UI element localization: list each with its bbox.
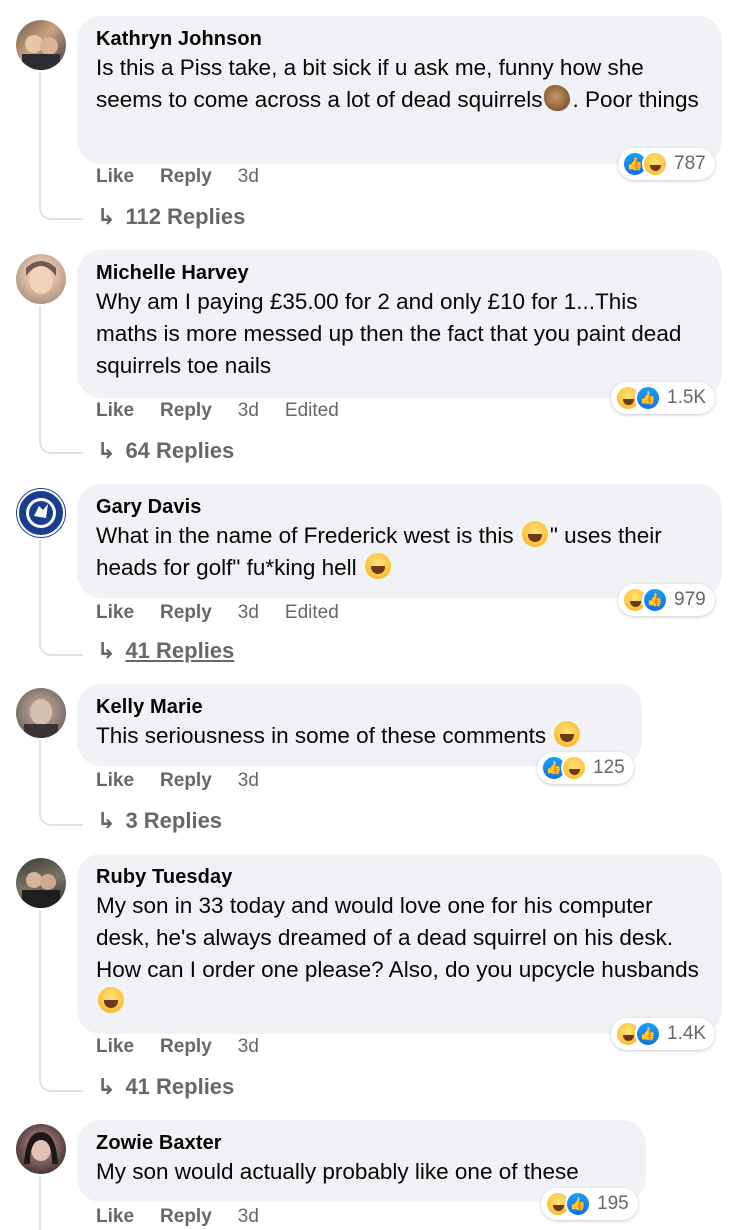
reaction-count: 195 — [597, 1193, 629, 1214]
laughing-emoji-icon — [554, 721, 581, 747]
like-button[interactable]: Like — [96, 1036, 134, 1058]
comment-timestamp[interactable]: 3d — [238, 1036, 259, 1058]
edited-label[interactable]: Edited — [285, 400, 339, 422]
avatar[interactable] — [16, 254, 66, 304]
laughing-emoji-icon — [521, 521, 548, 547]
like-button[interactable]: Like — [96, 770, 134, 792]
avatar[interactable] — [16, 20, 66, 70]
comment-actions: Like Reply 3d Edited — [96, 602, 339, 624]
like-button[interactable]: Like — [96, 602, 134, 624]
reply-button[interactable]: Reply — [160, 1036, 212, 1058]
reply-button[interactable]: Reply — [160, 1206, 212, 1228]
comment-bubble: Michelle Harvey Why am I paying £35.00 f… — [77, 250, 722, 398]
comment-timestamp[interactable]: 3d — [238, 602, 259, 624]
like-reaction-icon: 👍 — [642, 587, 668, 613]
comment-author[interactable]: Zowie Baxter — [96, 1130, 628, 1156]
reply-arrow-icon: ↳ — [97, 808, 116, 833]
reply-arrow-icon: ↳ — [97, 638, 116, 663]
reaction-count: 1.5K — [667, 387, 707, 408]
avatar-photo — [24, 1132, 58, 1164]
like-reaction-icon: 👍 — [635, 385, 661, 411]
reply-arrow-icon: ↳ — [97, 438, 116, 463]
comment-feed: Kathryn Johnson Is this a Piss take, a b… — [0, 0, 730, 1230]
comment-bubble: Kathryn Johnson Is this a Piss take, a b… — [77, 16, 722, 164]
avatar[interactable] — [16, 858, 66, 908]
comment-author[interactable]: Kelly Marie — [96, 694, 624, 720]
comment-author[interactable]: Michelle Harvey — [96, 260, 704, 286]
replies-count: 3 Replies — [125, 808, 223, 833]
comment-actions: Like Reply 3d — [96, 166, 285, 188]
comment-actions: Like Reply 3d Edited — [96, 400, 339, 422]
comment-text: My son in 33 today and would love one fo… — [96, 890, 704, 1018]
replies-count: 41 Replies — [125, 638, 235, 663]
comment-text: Why am I paying £35.00 for 2 and only £1… — [96, 289, 682, 378]
comment-text: What in the name of Frederick west is th… — [96, 520, 704, 584]
comment-text-part: This seriousness in some of these commen… — [96, 723, 547, 748]
reaction-summary[interactable]: 👍 125 — [537, 752, 634, 784]
reply-button[interactable]: Reply — [160, 166, 212, 188]
avatar-photo — [22, 35, 60, 70]
reply-button[interactable]: Reply — [160, 770, 212, 792]
avatar-photo — [26, 261, 56, 294]
like-reaction-icon: 👍 — [565, 1191, 591, 1217]
reply-arrow-icon: ↳ — [97, 204, 116, 229]
comment-timestamp[interactable]: 3d — [238, 770, 259, 792]
like-button[interactable]: Like — [96, 166, 134, 188]
like-button[interactable]: Like — [96, 1206, 134, 1228]
avatar-photo — [22, 872, 60, 908]
comment-text-part: My son in 33 today and would love one fo… — [96, 893, 699, 982]
comment-bubble: Ruby Tuesday My son in 33 today and woul… — [77, 854, 722, 1034]
reaction-count: 1.4K — [667, 1023, 707, 1044]
reaction-summary[interactable]: 👍 1.4K — [611, 1018, 716, 1050]
comment-actions: Like Reply 3d — [96, 1036, 285, 1058]
reaction-summary[interactable]: 👍 979 — [618, 584, 715, 616]
comment-timestamp[interactable]: 3d — [238, 400, 259, 422]
comment-text: Is this a Piss take, a bit sick if u ask… — [96, 52, 704, 116]
view-replies-link[interactable]: ↳ 64 Replies — [97, 438, 234, 464]
comment-text-part: What in the name of Frederick west is th… — [96, 523, 514, 548]
reaction-count: 125 — [593, 757, 625, 778]
reaction-count: 787 — [674, 153, 706, 174]
edited-label[interactable]: Edited — [285, 602, 339, 624]
haha-reaction-icon — [561, 755, 587, 781]
comment-timestamp[interactable]: 3d — [238, 1206, 259, 1228]
rangers-crest-icon — [17, 489, 65, 537]
reply-button[interactable]: Reply — [160, 602, 212, 624]
avatar[interactable] — [16, 488, 66, 538]
thread-line — [39, 740, 83, 826]
comment-author[interactable]: Kathryn Johnson — [96, 26, 704, 52]
view-replies-link[interactable]: ↳ 41 Replies — [97, 638, 234, 664]
comment-timestamp[interactable]: 3d — [238, 166, 259, 188]
avatar[interactable] — [16, 688, 66, 738]
like-button[interactable]: Like — [96, 400, 134, 422]
view-replies-link[interactable]: ↳ 3 Replies — [97, 808, 222, 834]
like-reaction-icon: 👍 — [635, 1021, 661, 1047]
comment-bubble: Gary Davis What in the name of Frederick… — [77, 484, 722, 598]
squirrel-emoji-icon — [544, 85, 571, 111]
replies-count: 41 Replies — [125, 1074, 235, 1099]
replies-count: 112 Replies — [125, 204, 246, 229]
haha-reaction-icon — [642, 151, 668, 177]
reply-arrow-icon: ↳ — [97, 1074, 116, 1099]
thread-line — [39, 1176, 83, 1230]
comment-actions: Like Reply 3d — [96, 770, 285, 792]
comment-author[interactable]: Gary Davis — [96, 494, 704, 520]
grinning-emoji-icon — [98, 987, 124, 1013]
comment-text: This seriousness in some of these commen… — [96, 720, 624, 752]
comment-actions: Like Reply 3d — [96, 1206, 285, 1228]
avatar-photo — [24, 699, 58, 738]
reaction-count: 979 — [674, 589, 706, 610]
reply-button[interactable]: Reply — [160, 400, 212, 422]
reaction-summary[interactable]: 👍 1.5K — [611, 382, 716, 414]
view-replies-link[interactable]: ↳ 112 Replies — [97, 204, 245, 230]
avatar[interactable] — [16, 1124, 66, 1174]
replies-count: 64 Replies — [125, 438, 235, 463]
comment-text: My son would actually probably like one … — [96, 1159, 579, 1184]
reaction-summary[interactable]: 👍 195 — [541, 1188, 638, 1220]
view-replies-link[interactable]: ↳ 41 Replies — [97, 1074, 234, 1100]
sweat-smile-emoji-icon — [364, 553, 391, 579]
comment-author[interactable]: Ruby Tuesday — [96, 864, 704, 890]
reaction-summary[interactable]: 👍 787 — [618, 148, 715, 180]
comment-text-part: . Poor things — [572, 87, 699, 112]
